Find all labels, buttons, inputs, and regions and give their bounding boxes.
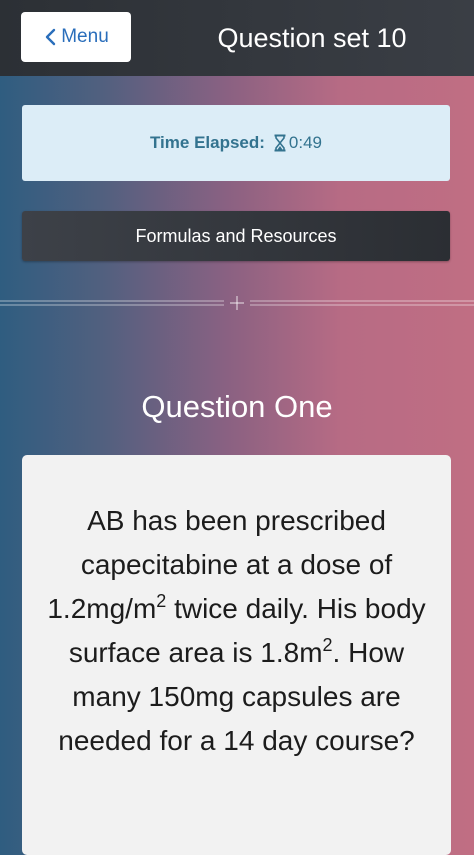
- hourglass-icon: [274, 134, 286, 152]
- time-elapsed-label: Time Elapsed:: [149, 133, 265, 152]
- question-heading: Question One: [141, 389, 333, 424]
- superscript-squared: 2: [156, 591, 167, 611]
- section-divider: [0, 296, 474, 310]
- menu-button[interactable]: Menu: [21, 12, 131, 62]
- superscript-squared-2: 2: [322, 635, 333, 655]
- menu-button-label: Menu: [61, 26, 109, 47]
- page-title: Question set 10: [217, 22, 407, 53]
- question-card: AB has been prescribed capecitabine at a…: [22, 455, 451, 855]
- formulas-and-resources-button[interactable]: Formulas and Resources: [22, 211, 450, 261]
- chevron-left-icon: [46, 28, 56, 46]
- formulas-and-resources-label: Formulas and Resources: [135, 225, 337, 246]
- top-bar: Menu Question set 10: [0, 0, 474, 76]
- time-elapsed-value: 0:49: [288, 133, 323, 152]
- time-elapsed-panel: Time Elapsed: 0:49: [22, 105, 450, 181]
